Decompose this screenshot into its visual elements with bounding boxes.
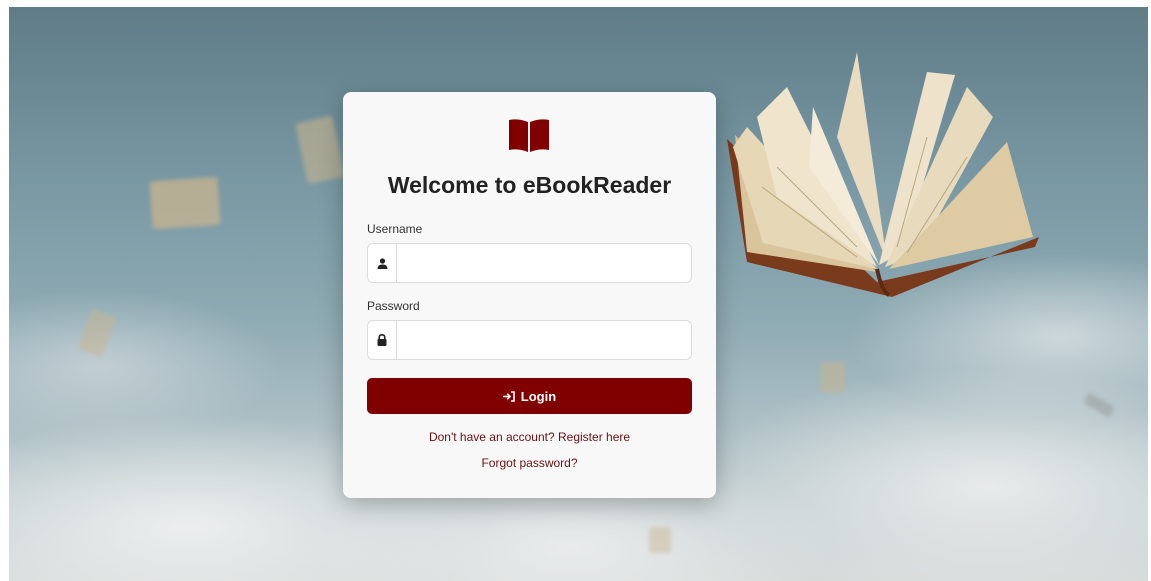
username-label: Username <box>367 222 423 236</box>
user-icon <box>368 244 397 282</box>
password-input[interactable] <box>398 321 691 359</box>
book-open-icon <box>509 119 549 152</box>
paper-scrap <box>294 115 346 185</box>
sign-in-icon <box>502 390 515 402</box>
username-input[interactable] <box>398 244 691 282</box>
forgot-password-link[interactable]: Forgot password? <box>343 456 716 470</box>
paper-scrap <box>77 308 117 358</box>
username-input-group <box>367 243 692 283</box>
paper-scrap <box>1083 392 1115 418</box>
page-title: Welcome to eBookReader <box>387 172 672 198</box>
lock-icon <box>368 321 397 359</box>
register-link[interactable]: Don't have an account? Register here <box>343 430 716 444</box>
login-button-label: Login <box>520 388 557 404</box>
password-label: Password <box>367 299 420 313</box>
flying-book-illustration <box>727 52 1039 297</box>
paper-scrap <box>649 527 671 553</box>
login-button[interactable]: Login <box>367 378 692 414</box>
paper-scrap <box>149 176 221 230</box>
password-input-group <box>367 320 692 360</box>
login-card: Welcome to eBookReader Username Password… <box>343 92 716 498</box>
